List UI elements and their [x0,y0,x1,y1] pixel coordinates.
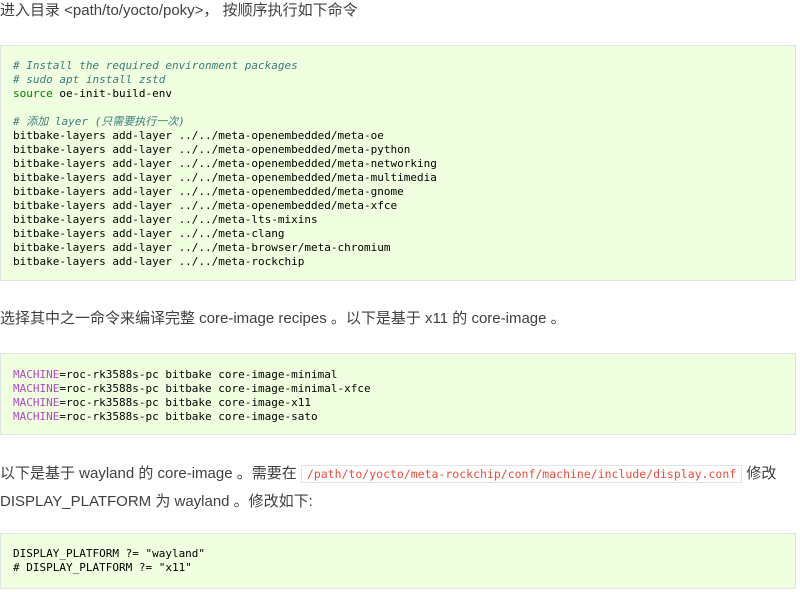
code-line: MACHINE=roc-rk3588s-pc bitbake core-imag… [13,396,783,410]
code-text: =roc-rk3588s-pc bitbake core-image-sato [59,410,318,423]
code-block-setup: # Install the required environment packa… [0,45,796,281]
code-block-x11: MACHINE=roc-rk3588s-pc bitbake core-imag… [0,353,796,435]
code-line: # DISPLAY_PLATFORM ?= "x11" [13,561,192,574]
code-line: bitbake-layers add-layer ../../meta-open… [13,185,404,198]
code-line: MACHINE=roc-rk3588s-pc bitbake core-imag… [13,382,783,396]
inline-code-path: /path/to/yocto/meta-rockchip/conf/machin… [300,465,743,483]
code-comment: # Install the required environment packa… [13,59,298,72]
instruction-text-3: 以下是基于 wayland 的 core-image 。需要在 /path/to… [0,460,790,515]
code-variable: MACHINE [13,396,60,409]
code-block-wayland: DISPLAY_PLATFORM ?= "wayland" # DISPLAY_… [0,533,796,589]
code-text: =roc-rk3588s-pc bitbake core-image-x11 [59,396,312,409]
instruction-text-1: 进入目录 <path/to/yocto/poky>， 按顺序执行如下命令 [0,2,358,19]
code-variable: MACHINE [13,368,60,381]
instruction-text-3-before: 以下是基于 wayland 的 core-image 。需要在 [0,465,301,482]
code-comment: # 添加 layer (只需要执行一次) [13,115,185,128]
code-line: bitbake-layers add-layer ../../meta-lts-… [13,213,318,226]
code-keyword: source [13,87,53,100]
code-line: bitbake-layers add-layer ../../meta-open… [13,171,437,184]
code-line: bitbake-layers add-layer ../../meta-clan… [13,227,285,240]
instruction-text-2: 选择其中之一命令来编译完整 core-image recipes 。以下是基于 … [0,310,566,327]
code-line: bitbake-layers add-layer ../../meta-open… [13,157,437,170]
code-line: MACHINE=roc-rk3588s-pc bitbake core-imag… [13,368,783,382]
code-line: MACHINE=roc-rk3588s-pc bitbake core-imag… [13,410,783,424]
code-text: =roc-rk3588s-pc bitbake core-image-minim… [59,368,338,381]
code-variable: MACHINE [13,382,60,395]
code-text: oe-init-build-env [52,87,172,100]
code-variable: MACHINE [13,410,60,423]
code-line: DISPLAY_PLATFORM ?= "wayland" [13,547,206,560]
code-line: bitbake-layers add-layer ../../meta-open… [13,143,411,156]
code-line: bitbake-layers add-layer ../../meta-open… [13,129,384,142]
code-line: source oe-init-build-env [13,87,783,101]
code-line: bitbake-layers add-layer ../../meta-rock… [13,255,305,268]
code-comment: # sudo apt install zstd [13,73,166,86]
code-line: bitbake-layers add-layer ../../meta-brow… [13,241,391,254]
code-text: =roc-rk3588s-pc bitbake core-image-minim… [59,382,371,395]
code-line: bitbake-layers add-layer ../../meta-open… [13,199,398,212]
